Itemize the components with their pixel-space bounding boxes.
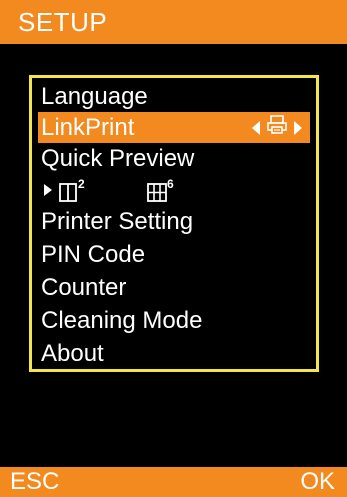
arrow-left-icon[interactable]: [252, 120, 260, 135]
menu-item-label: Language: [41, 83, 148, 110]
quick-preview-options: 2 6: [42, 176, 302, 204]
svg-text:2: 2: [78, 177, 85, 191]
layout-6-icon[interactable]: 6: [146, 176, 180, 209]
printer-icon: [266, 112, 288, 143]
page-title: SETUP: [18, 7, 108, 37]
menu-item-label: PIN Code: [41, 241, 146, 268]
esc-button[interactable]: ESC: [10, 468, 59, 496]
footer-bar: ESC OK: [0, 467, 347, 497]
menu-item-label: Quick Preview: [41, 145, 195, 172]
menu-item-counter[interactable]: Counter: [38, 272, 310, 303]
menu-item-language[interactable]: Language: [38, 81, 310, 112]
menu-item-label: Printer Setting: [41, 208, 194, 235]
svg-text:6: 6: [167, 177, 174, 191]
header-bar: SETUP: [0, 0, 347, 44]
linkprint-selector[interactable]: [252, 112, 302, 143]
selection-arrow-icon: [44, 184, 52, 196]
menu-item-quick-preview[interactable]: Quick Preview: [38, 143, 310, 174]
menu-item-label: LinkPrint: [41, 114, 135, 141]
ok-button[interactable]: OK: [300, 468, 335, 496]
arrow-right-icon[interactable]: [294, 120, 302, 135]
menu-item-about[interactable]: About: [38, 338, 310, 369]
layout-2-icon[interactable]: 2: [58, 176, 92, 209]
menu-item-label: Counter: [41, 274, 127, 301]
menu-item-printer-setting[interactable]: Printer Setting: [38, 206, 310, 237]
setup-menu: Language LinkPrint Quick Preview 2 6 Pri…: [29, 75, 319, 372]
menu-item-pin-code[interactable]: PIN Code: [38, 239, 310, 270]
menu-item-linkprint[interactable]: LinkPrint: [38, 112, 310, 143]
menu-item-label: About: [41, 340, 104, 367]
menu-item-label: Cleaning Mode: [41, 307, 203, 334]
menu-item-cleaning-mode[interactable]: Cleaning Mode: [38, 305, 310, 336]
